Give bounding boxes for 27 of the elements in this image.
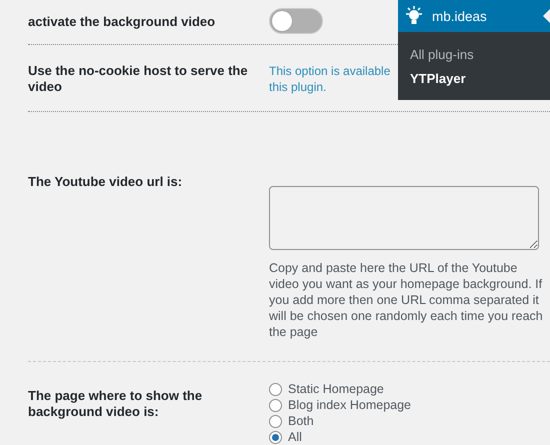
menu-header[interactable]: mb.ideas: [398, 0, 550, 32]
radio-button[interactable]: [269, 382, 282, 396]
radio-option[interactable]: Both: [269, 413, 550, 429]
setting-label: activate the background video: [28, 14, 216, 30]
link[interactable]: this plugin.: [269, 79, 326, 95]
setting-label: Use the no-cookie host to serve the video: [28, 63, 249, 96]
radio-option[interactable]: Blog index Homepage: [269, 397, 550, 413]
radio-option[interactable]: Static Homepage: [269, 381, 550, 397]
radio-button[interactable]: [269, 414, 282, 428]
link[interactable]: This option is available: [269, 63, 390, 79]
radio-button[interactable]: [269, 430, 282, 444]
menu-title: mb.ideas: [432, 8, 487, 24]
pointer-icon: [543, 9, 550, 23]
option-label: Blog index Homepage: [288, 398, 411, 412]
setting-label: The page where to show the background video is:: [28, 387, 204, 421]
toggle-switch[interactable]: [269, 8, 323, 34]
radio-button[interactable]: [269, 398, 282, 412]
radio-option[interactable]: All: [269, 429, 550, 445]
option-label: Both: [288, 414, 314, 428]
url-field[interactable]: [269, 186, 539, 250]
submenu-item[interactable]: YTPlayer: [398, 67, 550, 91]
option-label: All: [288, 430, 302, 444]
description-text: Copy and paste here the URL of the Youtube video you want as your homepage background. If you add more then one URL comma separated it will be chosen one randomly each time you reach the page: [269, 260, 544, 340]
setting-label: The Youtube video url is:: [28, 174, 184, 191]
submenu-item[interactable]: All plug-ins: [398, 43, 550, 67]
option-label: Static Homepage: [288, 382, 384, 396]
lightbulb-icon: [404, 6, 424, 26]
